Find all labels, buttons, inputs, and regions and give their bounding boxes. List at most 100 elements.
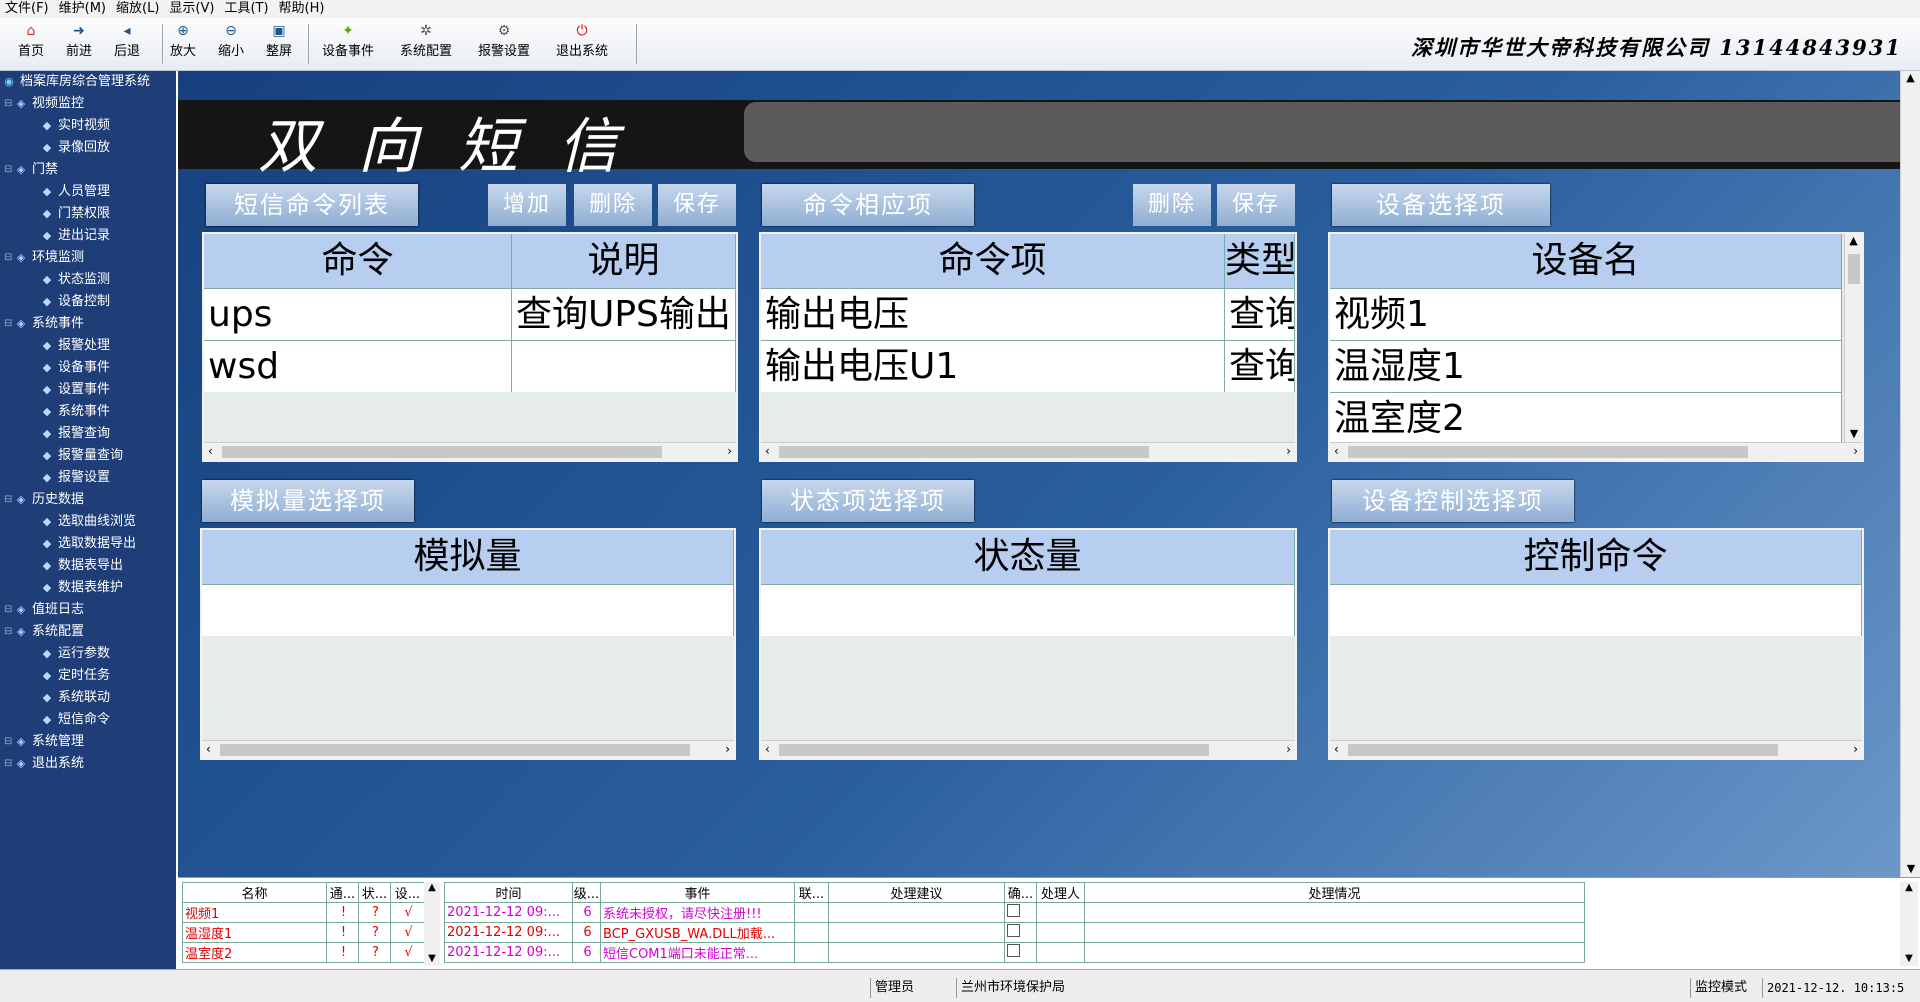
scroll-thumb[interactable]	[779, 446, 1149, 458]
sidebar-item[interactable]: ◆ 录像回放	[0, 137, 176, 159]
sidebar-item[interactable]: ◆ 短信命令	[0, 709, 176, 731]
expand-toggle-icon[interactable]: ⊟	[4, 599, 14, 621]
column-header[interactable]: 事件	[600, 882, 795, 903]
column-header[interactable]: 确...	[1004, 882, 1037, 903]
horizontal-scrollbar[interactable]: ‹ ›	[761, 442, 1295, 460]
table-row[interactable]: 温湿度1	[1330, 340, 1842, 392]
scroll-up-icon[interactable]: ▲	[1845, 234, 1862, 247]
column-header[interactable]: 时间	[444, 882, 573, 903]
sidebar-item[interactable]: ⊟ ◈ 系统事件	[0, 313, 176, 335]
scroll-thumb[interactable]	[779, 744, 1209, 756]
column-header[interactable]: 命令	[204, 234, 512, 288]
back-button[interactable]: ◂ 后退	[114, 22, 140, 66]
table-row[interactable]: 视频1 ! ? √	[182, 902, 425, 923]
scroll-up-icon[interactable]: ▲	[424, 882, 440, 893]
sidebar-item[interactable]: ◆ 选取曲线浏览	[0, 511, 176, 533]
confirm-checkbox[interactable]	[1004, 942, 1037, 963]
expand-toggle-icon[interactable]: ⊟	[4, 313, 14, 335]
column-header[interactable]: 处理情况	[1084, 882, 1585, 903]
scroll-left-icon[interactable]: ‹	[765, 444, 770, 458]
sidebar-item[interactable]: ⊟ ◈ 环境监测	[0, 247, 176, 269]
table-row[interactable]: 2021-12-12 09:... 6 BCP_GXUSB_WA.DLL加载..…	[444, 922, 1585, 943]
column-header[interactable]: 名称	[182, 882, 327, 903]
sidebar-item[interactable]: ◆ 数据表导出	[0, 555, 176, 577]
table-row[interactable]: 温湿度1 ! ? √	[182, 922, 425, 943]
sidebar-item[interactable]: ◆ 系统联动	[0, 687, 176, 709]
home-button[interactable]: ⌂ 首页	[18, 22, 44, 66]
scroll-down-icon[interactable]: ▼	[1845, 427, 1863, 440]
column-header[interactable]: 设备名	[1330, 234, 1842, 288]
delete-command-button[interactable]: 删除	[574, 184, 652, 226]
scroll-right-icon[interactable]: ›	[1286, 444, 1291, 458]
sidebar-item[interactable]: ◆ 人员管理	[0, 181, 176, 203]
scroll-left-icon[interactable]: ‹	[1334, 444, 1339, 458]
column-header[interactable]: 级...	[572, 882, 601, 903]
table-row[interactable]	[761, 584, 1295, 636]
sidebar-item[interactable]: ◆ 报警处理	[0, 335, 176, 357]
sidebar-item[interactable]: ◆ 门禁权限	[0, 203, 176, 225]
sidebar-item[interactable]: ⊟ ◈ 退出系统	[0, 753, 176, 775]
scroll-up-icon[interactable]: ▲	[1901, 71, 1920, 84]
table-row[interactable]	[202, 584, 734, 636]
expand-toggle-icon[interactable]: ⊟	[4, 247, 14, 269]
exit-system-button[interactable]: ⏻ 退出系统	[556, 22, 608, 66]
sidebar-item[interactable]: ◆ 定时任务	[0, 665, 176, 687]
scroll-right-icon[interactable]: ›	[1853, 742, 1858, 756]
sidebar-item[interactable]: ⊟ ◈ 系统配置	[0, 621, 176, 643]
horizontal-scrollbar[interactable]: ‹ ›	[1330, 740, 1862, 758]
table-row[interactable]: ups 查询UPS输出电	[204, 288, 736, 340]
sidebar-item[interactable]: ◆ 运行参数	[0, 643, 176, 665]
scroll-right-icon[interactable]: ›	[1853, 444, 1858, 458]
horizontal-scrollbar[interactable]: ‹ ›	[202, 740, 734, 758]
fullscreen-button[interactable]: ▣ 整屏	[266, 22, 292, 66]
event-table-scrollbar[interactable]: ▲ ▼	[1900, 882, 1918, 966]
horizontal-scrollbar[interactable]: ‹ ›	[761, 740, 1295, 758]
scroll-down-icon[interactable]: ▼	[1901, 862, 1920, 875]
sidebar-item[interactable]: ◆ 设置事件	[0, 379, 176, 401]
sidebar-item[interactable]: ⊟ ◈ 系统管理	[0, 731, 176, 753]
tree-root[interactable]: ◉ 档案库房综合管理系统	[0, 71, 176, 93]
table-row[interactable]: 温室度2	[1330, 392, 1842, 442]
sidebar-item[interactable]: ◆ 进出记录	[0, 225, 176, 247]
column-header[interactable]: 处理人	[1036, 882, 1085, 903]
save-command-button[interactable]: 保存	[658, 184, 736, 226]
scroll-right-icon[interactable]: ›	[725, 742, 730, 756]
delete-item-button[interactable]: 删除	[1133, 184, 1211, 226]
expand-toggle-icon[interactable]: ⊟	[4, 489, 14, 511]
scroll-left-icon[interactable]: ‹	[1334, 742, 1339, 756]
scroll-left-icon[interactable]: ‹	[206, 742, 211, 756]
save-item-button[interactable]: 保存	[1217, 184, 1295, 226]
sidebar-item[interactable]: ⊟ ◈ 视频监控	[0, 93, 176, 115]
scroll-thumb[interactable]	[1348, 446, 1748, 458]
table-row[interactable]: 2021-12-12 09:... 6 系统未授权，请尽快注册!!!	[444, 902, 1585, 923]
horizontal-scrollbar[interactable]: ‹ ›	[204, 442, 736, 460]
add-command-button[interactable]: 增加	[488, 184, 566, 226]
scroll-right-icon[interactable]: ›	[1286, 742, 1291, 756]
expand-toggle-icon[interactable]: ⊟	[4, 731, 14, 753]
table-row[interactable]: 输出电压U1 查询	[761, 340, 1295, 392]
column-header[interactable]: 模拟量	[202, 530, 734, 584]
sidebar-item[interactable]: ⊟ ◈ 历史数据	[0, 489, 176, 511]
column-header[interactable]: 命令项	[761, 234, 1225, 288]
device-event-button[interactable]: ✦ 设备事件	[322, 22, 374, 66]
expand-toggle-icon[interactable]: ⊟	[4, 159, 14, 181]
scroll-down-icon[interactable]: ▼	[424, 953, 440, 964]
menu-file[interactable]: 文件(F)	[0, 0, 54, 18]
table-row[interactable]: wsd	[204, 340, 736, 392]
zoom-out-button[interactable]: ⊖ 缩小	[218, 22, 244, 66]
forward-button[interactable]: ➜ 前进	[66, 22, 92, 66]
table-row[interactable]: 视频1	[1330, 288, 1842, 340]
sidebar-item[interactable]: ◆ 状态监测	[0, 269, 176, 291]
sidebar-item[interactable]: ⊟ ◈ 门禁	[0, 159, 176, 181]
column-header[interactable]: 处理建议	[828, 882, 1005, 903]
sidebar-item[interactable]: ◆ 系统事件	[0, 401, 176, 423]
system-config-button[interactable]: ✲ 系统配置	[400, 22, 452, 66]
sidebar-item[interactable]: ◆ 设备控制	[0, 291, 176, 313]
column-header[interactable]: 通...	[326, 882, 359, 903]
scroll-down-icon[interactable]: ▼	[1900, 953, 1918, 964]
scroll-left-icon[interactable]: ‹	[208, 444, 213, 458]
column-header[interactable]: 设...	[390, 882, 425, 903]
column-header[interactable]: 状态量	[761, 530, 1295, 584]
table-row[interactable]: 输出电压 查询	[761, 288, 1295, 340]
column-header[interactable]: 联...	[794, 882, 829, 903]
